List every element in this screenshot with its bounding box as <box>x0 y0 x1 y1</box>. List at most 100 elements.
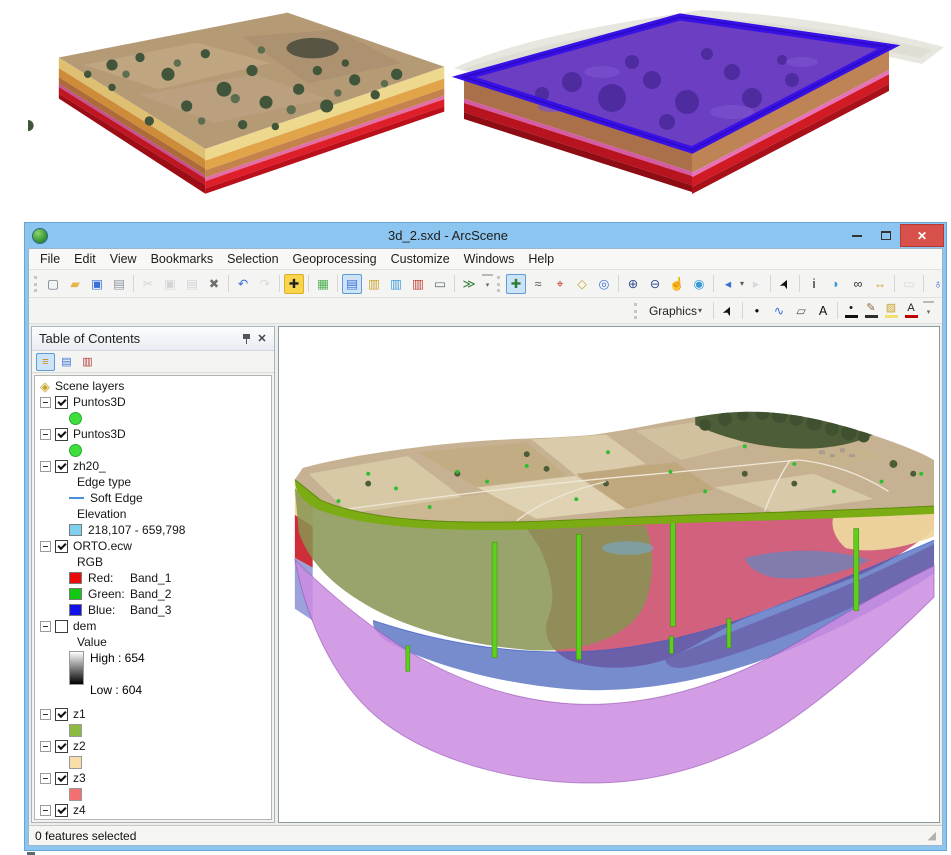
line-symbol-swatch[interactable] <box>69 497 84 499</box>
chevron-down-icon[interactable]: ▾ <box>740 279 744 288</box>
zoom-out-icon[interactable]: ⊖ <box>645 274 665 294</box>
view-image-icon[interactable]: ▦ <box>313 274 333 294</box>
list-by-drawing-order-icon[interactable]: ≡ <box>36 353 55 371</box>
fill-symbol-swatch[interactable] <box>69 724 82 737</box>
layer-label-z3[interactable]: z3 <box>73 771 86 785</box>
graphics-menu[interactable]: Graphics▾ <box>642 300 710 322</box>
catalog-window-icon[interactable]: ▥ <box>364 274 384 294</box>
menu-file[interactable]: File <box>33 250 67 268</box>
color-swatch[interactable] <box>69 524 82 536</box>
color-ramp-swatch[interactable] <box>69 651 84 685</box>
font-color-button[interactable]: A <box>902 302 920 320</box>
list-by-visibility-icon[interactable]: ▥ <box>78 353 97 371</box>
fill-color-button[interactable]: ▨ <box>882 302 900 320</box>
previous-extent-icon[interactable]: ◂ <box>718 274 738 294</box>
point-symbol-swatch[interactable] <box>69 444 82 457</box>
layer-label-puntos3d[interactable]: Puntos3D <box>73 395 126 409</box>
measure-icon[interactable]: ↔ <box>870 274 890 294</box>
toc-close-button[interactable]: ✕ <box>254 331 270 347</box>
open-folder-icon[interactable]: ▰ <box>65 274 85 294</box>
navigate-icon[interactable]: ✚ <box>506 274 526 294</box>
layer-checkbox-z1[interactable] <box>55 708 68 721</box>
marker-color-button[interactable]: • <box>842 302 860 320</box>
band-color-swatch[interactable] <box>69 572 82 584</box>
autohide-pin-button[interactable] <box>238 331 254 347</box>
set-observer-icon[interactable]: ◎ <box>594 274 614 294</box>
identify-icon[interactable]: i <box>804 274 824 294</box>
expander-icon[interactable] <box>40 429 51 440</box>
viewer-window-icon[interactable]: ▭ <box>899 274 919 294</box>
layer-label-dem[interactable]: dem <box>73 619 96 633</box>
titlebar[interactable]: 3d_2.sxd - ArcScene ✕ <box>25 223 946 248</box>
menu-windows[interactable]: Windows <box>457 250 522 268</box>
modelbuilder-icon[interactable]: ≫ <box>459 274 479 294</box>
expander-icon[interactable] <box>40 773 51 784</box>
layer-label-z1[interactable]: z1 <box>73 707 86 721</box>
menu-geoprocessing[interactable]: Geoprocessing <box>286 250 384 268</box>
layer-label-zh20[interactable]: zh20_ <box>73 459 106 473</box>
new-marker-icon[interactable]: • <box>747 301 767 321</box>
next-extent-icon[interactable]: ▸ <box>746 274 766 294</box>
band-color-swatch[interactable] <box>69 604 82 616</box>
toolbar-grip[interactable] <box>34 276 38 292</box>
expander-icon[interactable] <box>40 709 51 720</box>
fill-symbol-swatch[interactable] <box>69 756 82 769</box>
menu-bookmarks[interactable]: Bookmarks <box>144 250 221 268</box>
paste-icon[interactable]: ▤ <box>182 274 202 294</box>
menu-edit[interactable]: Edit <box>67 250 103 268</box>
menu-help[interactable]: Help <box>521 250 561 268</box>
layer-checkbox-zh20[interactable] <box>55 460 68 473</box>
expander-icon[interactable] <box>40 461 51 472</box>
select-elements-icon[interactable]: ➤ <box>715 297 742 324</box>
zoom-in-icon[interactable]: ⊕ <box>623 274 643 294</box>
new-polygon-icon[interactable]: ▱ <box>791 301 811 321</box>
expander-icon[interactable] <box>40 541 51 552</box>
add-data-icon[interactable]: ✚ <box>284 274 304 294</box>
point-symbol-swatch[interactable] <box>69 412 82 425</box>
toolbar-grip[interactable] <box>634 303 638 319</box>
search-window-icon[interactable]: ▥ <box>386 274 406 294</box>
layer-label-z4[interactable]: z4 <box>73 803 86 817</box>
save-icon[interactable]: ▣ <box>87 274 107 294</box>
fly-icon[interactable]: ≈ <box>528 274 548 294</box>
resize-grip[interactable]: ◢ <box>928 829 936 842</box>
new-line-icon[interactable]: ∿ <box>769 301 789 321</box>
toc-tree[interactable]: ◈Scene layersPuntos3DPuntos3Dzh20_Edge t… <box>34 375 272 820</box>
new-document-icon[interactable]: ▢ <box>43 274 63 294</box>
zoom-to-target-icon[interactable]: ◇ <box>572 274 592 294</box>
layer-checkbox-z2[interactable] <box>55 740 68 753</box>
arctoolbox-icon[interactable]: ▥ <box>408 274 428 294</box>
print-icon[interactable]: ▤ <box>109 274 129 294</box>
undo-icon[interactable]: ↶ <box>233 274 253 294</box>
expander-icon[interactable] <box>40 621 51 632</box>
band-color-swatch[interactable] <box>69 588 82 600</box>
scene-viewport[interactable] <box>278 326 940 823</box>
layer-label-orto-ecw[interactable]: ORTO.ecw <box>73 539 132 553</box>
layer-checkbox-orto-ecw[interactable] <box>55 540 68 553</box>
expander-icon[interactable] <box>40 397 51 408</box>
toolbar-options-icon[interactable]: ▾ <box>482 274 493 294</box>
select-graphics-icon[interactable]: ➤ <box>772 270 799 297</box>
layer-checkbox-z3[interactable] <box>55 772 68 785</box>
copy-icon[interactable]: ▣ <box>160 274 180 294</box>
python-window-icon[interactable]: ▭ <box>430 274 450 294</box>
layer-label-puntos3d[interactable]: Puntos3D <box>73 427 126 441</box>
new-text-icon[interactable]: A <box>813 301 833 321</box>
list-by-source-icon[interactable]: ▤ <box>57 353 76 371</box>
layer-checkbox-puntos3d[interactable] <box>55 396 68 409</box>
pan-icon[interactable]: ☝ <box>667 274 687 294</box>
line-color-button[interactable]: ✎ <box>862 302 880 320</box>
html-popup-icon[interactable]: ◗ <box>826 274 846 294</box>
redo-icon[interactable]: ↷ <box>255 274 275 294</box>
menu-selection[interactable]: Selection <box>220 250 285 268</box>
fill-symbol-swatch[interactable] <box>69 820 82 821</box>
fill-symbol-swatch[interactable] <box>69 788 82 801</box>
delete-icon[interactable]: ✖ <box>204 274 224 294</box>
maximize-button[interactable] <box>871 226 900 245</box>
layer-checkbox-dem[interactable] <box>55 620 68 633</box>
layer-label-z2[interactable]: z2 <box>73 739 86 753</box>
animation-globe-icon[interactable]: ♁ <box>928 274 948 294</box>
expander-icon[interactable] <box>40 805 51 816</box>
menu-customize[interactable]: Customize <box>384 250 457 268</box>
toolbar-grip[interactable] <box>497 276 501 292</box>
